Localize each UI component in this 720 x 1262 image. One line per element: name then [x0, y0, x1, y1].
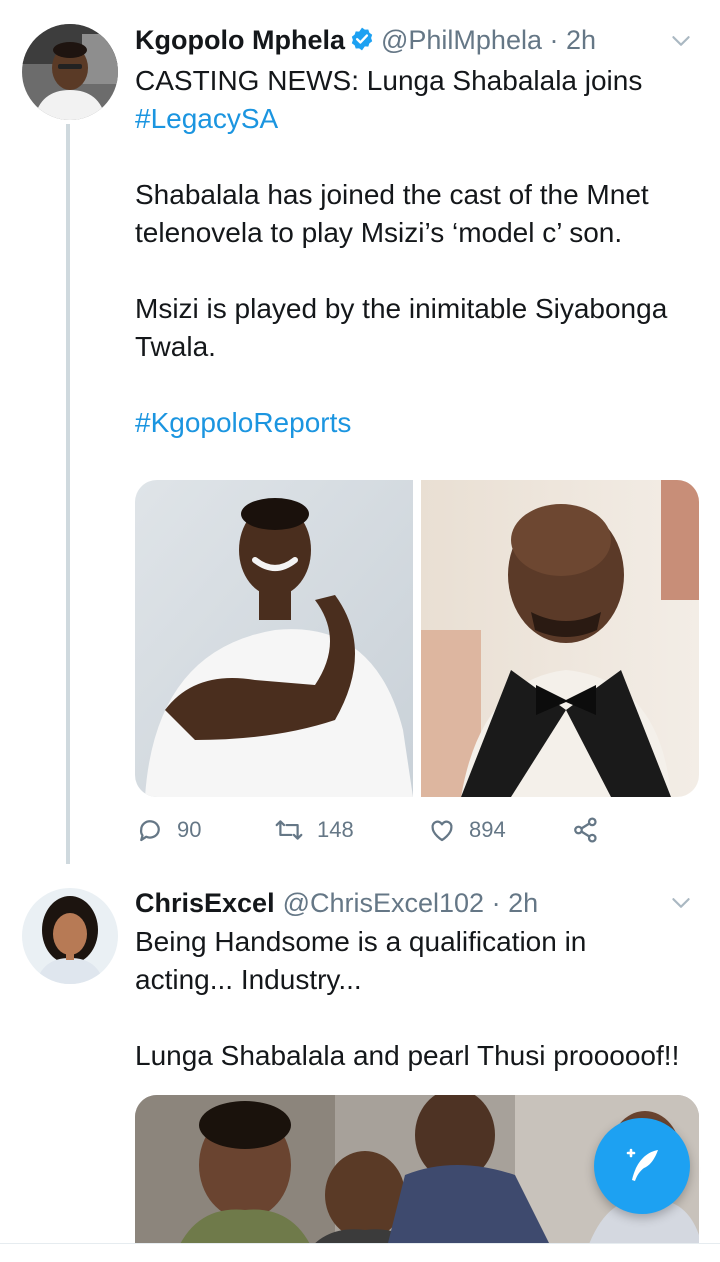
compose-tweet-icon — [626, 1148, 658, 1181]
tweet-line: acting... Industry... — [135, 964, 362, 995]
media-grid — [135, 480, 699, 797]
tweet-actions: 90 148 894 — [135, 815, 615, 851]
handle[interactable]: @PhilMphela — [381, 25, 542, 55]
tweet-line: Being Handsome is a qualification in — [135, 926, 587, 957]
verified-badge-icon — [349, 26, 375, 60]
tweet-header: Kgopolo Mphela @PhilMphela · 2h — [135, 23, 596, 60]
bottom-bar — [0, 1244, 720, 1262]
chevron-down-icon[interactable] — [668, 28, 694, 54]
separator: · — [541, 25, 566, 55]
tweet-line: Twala. — [135, 331, 216, 362]
tweet-line: Shabalala has joined the cast of the Mne… — [135, 179, 649, 210]
compose-tweet-button[interactable] — [594, 1118, 690, 1214]
share-button[interactable] — [571, 815, 613, 845]
share-icon — [574, 817, 597, 843]
tweet-header: ChrisExcel @ChrisExcel102 · 2h — [135, 886, 538, 920]
tweet-line: telenovela to play Msizi’s ‘model c’ son… — [135, 217, 623, 248]
tweet-line: Lunga Shabalala and pearl Thusi prooooof… — [135, 1040, 680, 1071]
like-count: 894 — [469, 817, 506, 842]
hashtag-kgopoloreports[interactable]: #KgopoloReports — [135, 404, 705, 442]
separator: · — [484, 888, 509, 918]
timestamp[interactable]: 2h — [566, 25, 596, 55]
like-button[interactable]: 894 — [427, 815, 506, 845]
tweet-text: Being Handsome is a qualification in act… — [135, 923, 705, 1075]
tweet-line: CASTING NEWS: Lunga Shabalala joins — [135, 65, 643, 96]
thread-line — [66, 124, 70, 864]
display-name[interactable]: Kgopolo Mphela — [135, 25, 345, 55]
avatar-chrisexcel[interactable] — [22, 888, 118, 984]
display-name[interactable]: ChrisExcel — [135, 888, 275, 918]
reply-count: 90 — [177, 817, 202, 842]
media-photo-2[interactable] — [421, 480, 699, 797]
tweet-line: Msizi is played by the inimitable Siyabo… — [135, 293, 668, 324]
chevron-down-icon[interactable] — [668, 890, 694, 916]
reply-button[interactable]: 90 — [135, 815, 201, 845]
retweet-icon — [275, 820, 303, 840]
tweet-kgopolo[interactable]: Kgopolo Mphela @PhilMphela · 2h CASTING N… — [0, 0, 720, 880]
like-icon — [431, 820, 453, 842]
reply-icon — [139, 820, 160, 842]
timestamp[interactable]: 2h — [508, 888, 538, 918]
tweet-text: CASTING NEWS: Lunga Shabalala joins #Leg… — [135, 62, 705, 442]
handle[interactable]: @ChrisExcel102 — [283, 888, 485, 918]
retweet-count: 148 — [317, 817, 354, 842]
avatar-kgopolo[interactable] — [22, 24, 118, 120]
retweet-button[interactable]: 148 — [273, 815, 354, 845]
hashtag-legacysa[interactable]: #LegacySA — [135, 100, 705, 138]
media-photo-1[interactable] — [135, 480, 413, 797]
